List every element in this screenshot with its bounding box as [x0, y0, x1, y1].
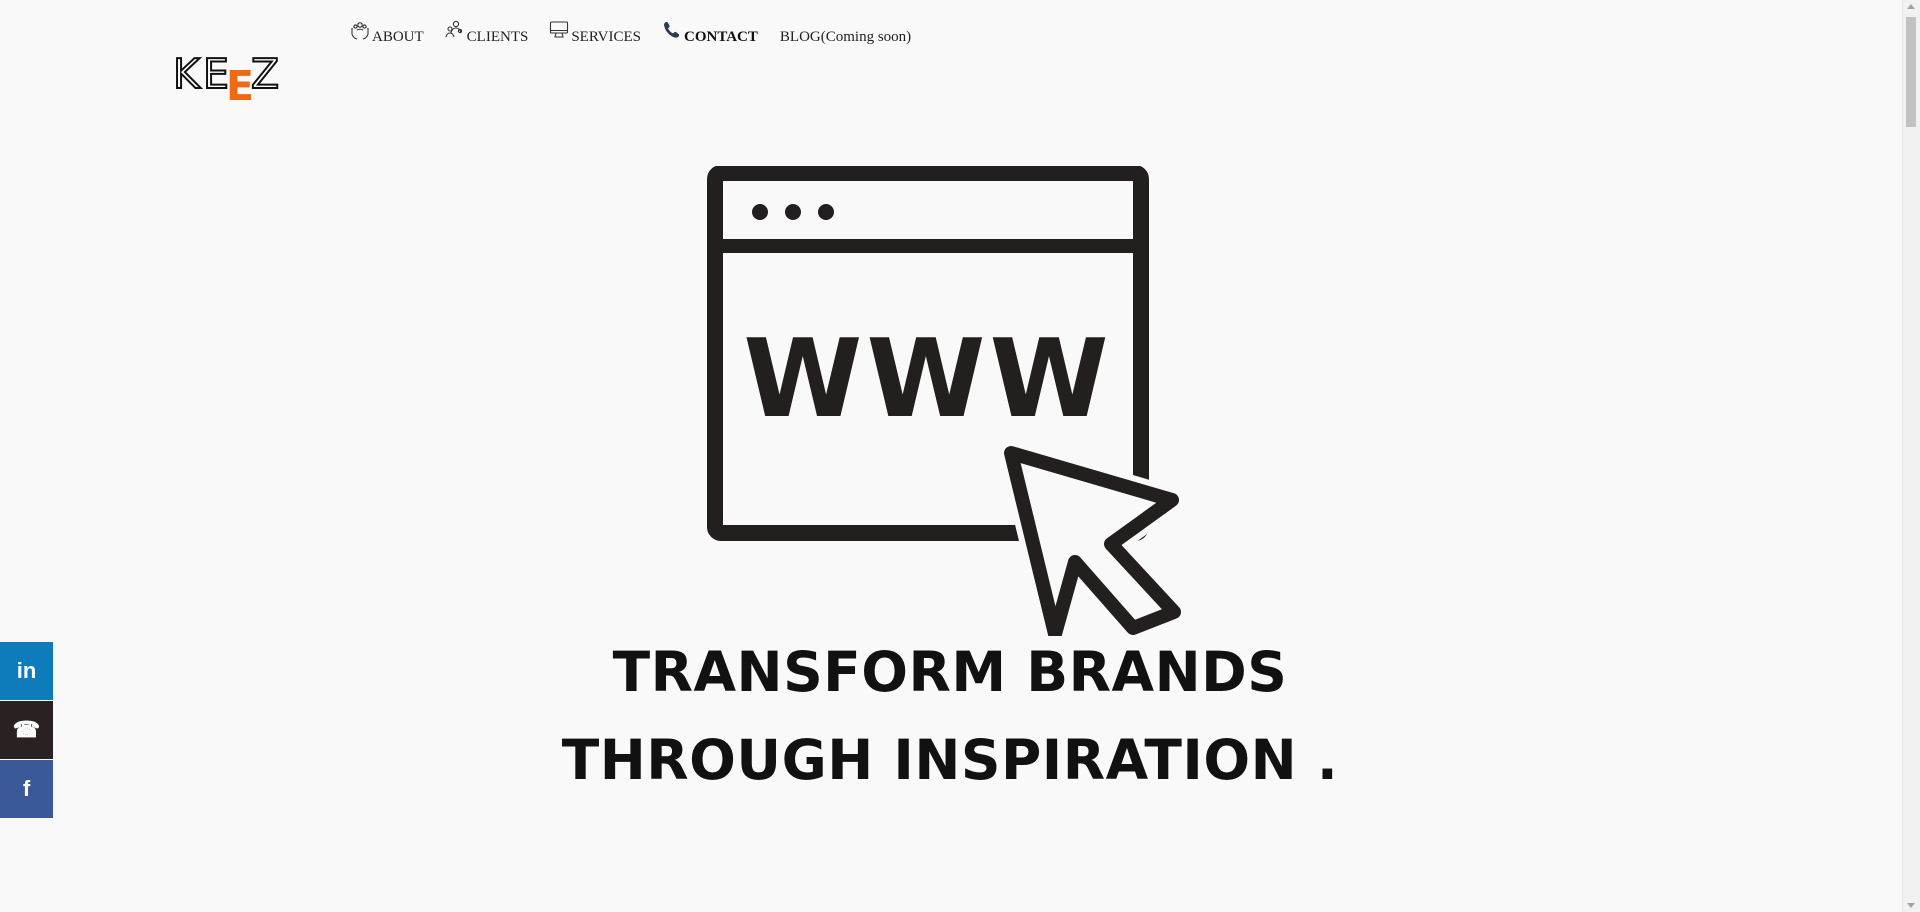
people-icon	[444, 19, 466, 41]
hero-headline: TRANSFORM BRANDS THROUGH INSPIRATION .	[500, 628, 1400, 804]
main-nav: ABOUT CLIENTS SERVICES CONTACT BLOG(Comi…	[349, 18, 931, 45]
browser-window-icon: WWW	[707, 165, 1187, 647]
page: K E E Z ABOUT CLIENTS SERVICES CONTACT B…	[0, 0, 1920, 912]
nav-clients-label: CLIENTS	[466, 29, 529, 45]
scroll-up-arrow-icon[interactable]	[1907, 4, 1915, 9]
hero-headline-line-2: THROUGH INSPIRATION .	[561, 728, 1339, 792]
nav-clients[interactable]: CLIENTS	[444, 19, 529, 45]
nav-services-label: SERVICES	[571, 29, 641, 45]
vertical-scrollbar[interactable]	[1902, 0, 1920, 912]
nav-contact-label: CONTACT	[684, 29, 758, 45]
nav-about-label: ABOUT	[372, 29, 424, 45]
www-text: WWW	[743, 317, 1112, 442]
facebook-icon: f	[22, 776, 31, 801]
monitor-icon	[548, 19, 570, 41]
linkedin-button[interactable]: in	[0, 642, 53, 700]
scroll-down-arrow-icon[interactable]	[1907, 903, 1915, 908]
scrollbar-thumb[interactable]	[1906, 17, 1916, 127]
phone-icon: ☎	[12, 717, 41, 742]
nav-blog[interactable]: BLOG(Coming soon)	[779, 27, 912, 45]
logo-letter-k: K	[172, 50, 201, 98]
keez-logo[interactable]: K E E Z	[172, 50, 283, 110]
phone-button[interactable]: ☎	[0, 701, 53, 759]
social-sidebar: in ☎ f	[0, 642, 53, 819]
hero-illustration: WWW	[700, 165, 1200, 647]
hero-headline-line-1: TRANSFORM BRANDS	[612, 640, 1288, 704]
nav-contact[interactable]: CONTACT	[661, 19, 758, 45]
phone-icon	[661, 19, 683, 41]
nav-about[interactable]: ABOUT	[349, 19, 424, 45]
nav-services[interactable]: SERVICES	[548, 19, 641, 45]
logo-letter-z: Z	[250, 50, 280, 98]
hands-team-icon	[349, 19, 371, 41]
linkedin-icon: in	[16, 658, 37, 683]
facebook-button[interactable]: f	[0, 760, 53, 818]
logo-letter-e-accent: E	[226, 62, 255, 110]
nav-blog-label: BLOG(Coming soon)	[779, 29, 912, 45]
